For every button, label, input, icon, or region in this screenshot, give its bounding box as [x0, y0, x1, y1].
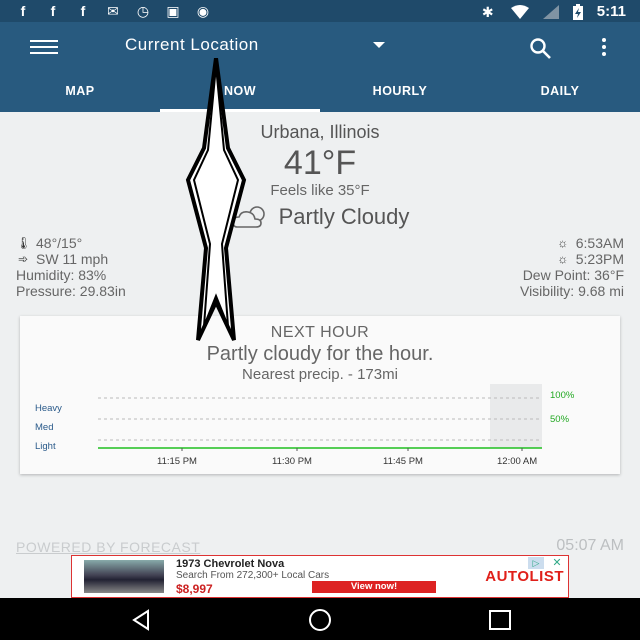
clock-time: 5:11	[596, 3, 626, 20]
back-icon[interactable]	[128, 607, 154, 633]
next-hour-card: NEXT HOUR Partly cloudy for the hour. Ne…	[20, 316, 620, 474]
y-category-label: Heavy	[35, 403, 62, 414]
sunset-time: 5:23PM	[575, 251, 624, 267]
percent-label: 100%	[550, 390, 575, 401]
updated-time: 05:07 AM	[556, 537, 624, 554]
clock-icon: ◷	[136, 3, 150, 19]
precip-chart: Heavy Med Light 100% 50% 11:15 PM 11:30 PM 11:4…	[35, 384, 575, 467]
ad-choices-icon[interactable]: ▷	[528, 557, 544, 569]
dropdown-arrow-icon[interactable]	[373, 42, 385, 48]
sunset-icon: ☼	[557, 252, 569, 266]
search-icon[interactable]	[528, 36, 552, 60]
hi-lo-row: 🌡 48°/15°	[16, 235, 126, 251]
feels-like: Feels like 35°F	[270, 182, 370, 199]
sunrise-row: ☼ 6:53AM	[520, 235, 624, 251]
visibility: Visibility: 9.68 mi	[519, 283, 624, 299]
notification-icons: f f f ✉ ◷ ▣ ◉	[14, 3, 212, 19]
x-tick-label: 12:00 AM	[497, 456, 537, 467]
wind-row: ➾ SW 11 mph	[16, 251, 126, 267]
current-temperature: 41°F	[283, 144, 357, 182]
pressure: Pressure: 29.83in	[16, 283, 126, 299]
ad-close-icon[interactable]: ✕	[549, 557, 565, 569]
wind-value: SW 11 mph	[36, 251, 109, 267]
android-nav-bar	[0, 598, 640, 640]
facebook-icon: f	[80, 3, 86, 19]
now-panel: Urbana, Illinois 41°F Feels like 35°F Pa…	[0, 112, 640, 598]
future-shade	[490, 384, 542, 448]
recents-icon[interactable]	[487, 607, 513, 633]
status-bar: f f f ✉ ◷ ▣ ◉ ✱ 5:11	[0, 0, 640, 22]
next-hour-heading: NEXT HOUR	[270, 324, 370, 341]
android-icon: ◉	[196, 3, 210, 19]
home-icon[interactable]	[307, 607, 333, 633]
facebook-icon: f	[50, 3, 56, 19]
nearest-precip: Nearest precip. - 173mi	[242, 366, 398, 383]
next-hour-summary: Partly cloudy for the hour.	[206, 343, 434, 365]
menu-icon[interactable]	[30, 40, 58, 54]
thermometer-icon: 🌡	[16, 236, 32, 250]
y-category-label: Light	[35, 441, 56, 452]
ad-car-image	[84, 560, 164, 593]
wifi-icon	[510, 4, 529, 19]
humidity: Humidity: 83%	[16, 267, 107, 283]
sunrise-icon: ☼	[557, 236, 569, 250]
x-tick-label: 11:30 PM	[272, 456, 312, 467]
app-bar: Current Location MAP NOW HOURLY DAILY	[0, 22, 640, 112]
condition-text: Partly Cloudy	[278, 204, 410, 229]
x-tick-label: 11:45 PM	[383, 456, 423, 467]
right-stats: ☼ 6:53AM ☼ 5:23PM Dew Point: 36°F Visibi…	[520, 235, 624, 299]
hi-lo-temp: 48°/15°	[36, 235, 83, 251]
battery-icon	[572, 3, 583, 20]
fax-icon: ✉	[107, 3, 119, 19]
signal-icon	[542, 4, 559, 19]
ad-title: 1973 Chevrolet Nova	[176, 558, 285, 570]
more-options-icon[interactable]	[602, 38, 608, 58]
tab-hourly[interactable]: HOURLY	[320, 76, 480, 112]
tab-map[interactable]: MAP	[0, 76, 160, 112]
ad-brand-logo: AUTOLIST	[485, 568, 564, 585]
partly-cloudy-icon	[231, 206, 265, 228]
left-stats: 🌡 48°/15° ➾ SW 11 mph Humidity: 83% Pres…	[16, 235, 126, 299]
powered-by-link[interactable]: POWERED BY FORECAST	[16, 539, 200, 555]
x-tick-label: 11:15 PM	[157, 456, 197, 467]
ad-price: $8,997	[176, 582, 213, 596]
tab-bar: MAP NOW HOURLY DAILY	[0, 76, 640, 112]
ad-view-now-button[interactable]: View now!	[312, 581, 436, 593]
wind-arrow-icon: ➾	[17, 252, 29, 266]
location-title[interactable]: Current Location	[125, 35, 259, 55]
ad-subtitle: Search From 272,300+ Local Cars	[176, 570, 330, 581]
percent-label: 50%	[550, 414, 570, 425]
bluetooth-icon: ✱	[481, 3, 494, 20]
sunrise-time: 6:53AM	[575, 235, 624, 251]
y-category-label: Med	[35, 422, 53, 433]
tab-now[interactable]: NOW	[160, 76, 320, 112]
ad-banner[interactable]: 1973 Chevrolet Nova Search From 272,300+…	[71, 555, 569, 598]
city-name: Urbana, Illinois	[260, 122, 380, 142]
facebook-icon: f	[20, 3, 26, 19]
tab-daily[interactable]: DAILY	[480, 76, 640, 112]
lock-icon: ▣	[166, 3, 180, 19]
condition-row: Partly Cloudy	[0, 204, 640, 230]
dew-point: Dew Point: 36°F	[522, 267, 624, 283]
sunset-row: ☼ 5:23PM	[520, 251, 624, 267]
system-icons: ✱ 5:11	[479, 3, 626, 20]
